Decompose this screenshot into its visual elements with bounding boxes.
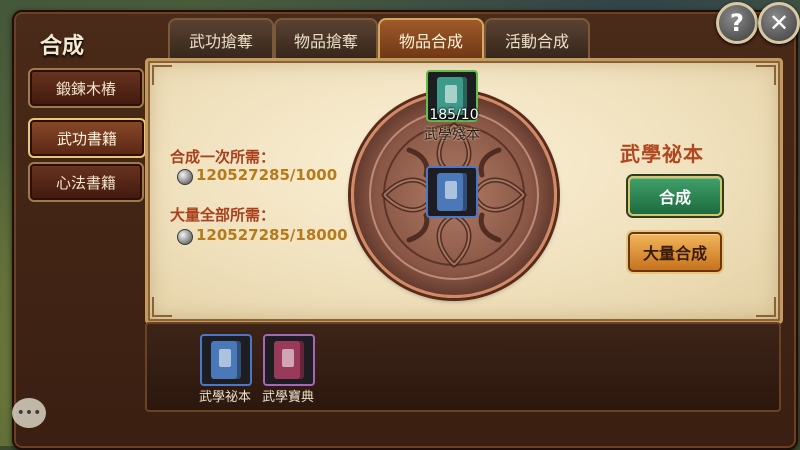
material-name: 武學殘本 bbox=[424, 127, 480, 143]
material-count: 185/10 bbox=[429, 107, 479, 123]
silver-coin-icon bbox=[177, 229, 193, 245]
bulk-cost-label: 大量全部所需： bbox=[170, 206, 276, 224]
book-list-label: 武學祕本 bbox=[198, 390, 251, 405]
single-cost-value: 120527285/1000 bbox=[196, 166, 338, 184]
result-slot[interactable] bbox=[426, 166, 478, 218]
sidebar-item-martial-books[interactable]: 武功書籍 bbox=[28, 118, 146, 158]
book-list-item[interactable] bbox=[200, 334, 252, 386]
tab-item-plunder[interactable]: 物品搶奪 bbox=[274, 18, 378, 60]
panel-corner bbox=[756, 297, 776, 317]
panel-corner bbox=[152, 297, 172, 317]
single-cost-label: 合成一次所需： bbox=[170, 148, 276, 166]
sidebar-item-mental-books[interactable]: 心法書籍 bbox=[28, 162, 144, 202]
window-title: 合成 bbox=[40, 34, 85, 59]
panel-corner bbox=[152, 65, 172, 85]
book-icon bbox=[274, 341, 304, 379]
help-button[interactable]: ? bbox=[716, 2, 758, 44]
book-icon bbox=[211, 341, 241, 379]
tab-martial-plunder[interactable]: 武功搶奪 bbox=[168, 18, 274, 60]
panel-corner bbox=[756, 65, 776, 85]
synthesize-button[interactable]: 合成 bbox=[628, 176, 722, 216]
chat-bubble-icon[interactable]: ••• bbox=[12, 398, 46, 428]
target-item-title: 武學祕本 bbox=[620, 142, 704, 166]
sidebar-item-training-dummy[interactable]: 鍛鍊木樁 bbox=[28, 68, 144, 108]
bulk-synthesize-button[interactable]: 大量合成 bbox=[628, 232, 722, 272]
book-list-label: 武學寶典 bbox=[261, 390, 314, 405]
tab-item-synthesis[interactable]: 物品合成 bbox=[378, 18, 484, 60]
silver-coin-icon bbox=[177, 169, 193, 185]
close-button[interactable]: ✕ bbox=[758, 2, 800, 44]
book-icon bbox=[437, 173, 467, 211]
bulk-cost-value: 120527285/18000 bbox=[196, 226, 348, 244]
book-list-item[interactable] bbox=[263, 334, 315, 386]
tab-event-synthesis[interactable]: 活動合成 bbox=[484, 18, 590, 60]
